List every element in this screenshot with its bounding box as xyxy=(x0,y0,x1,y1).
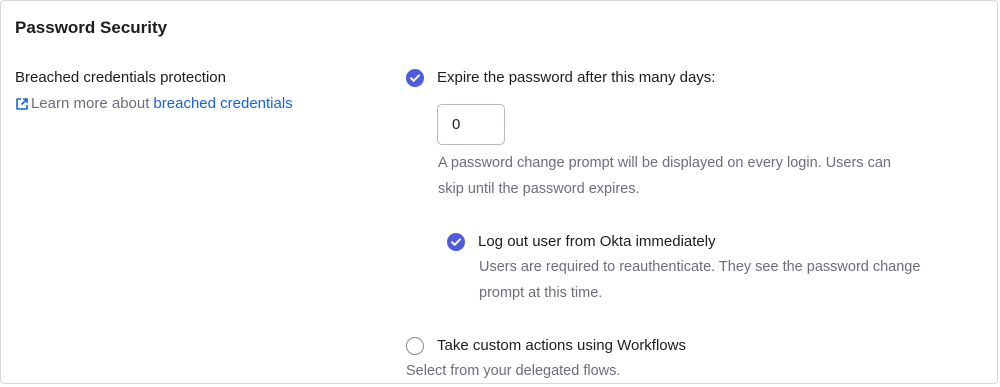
breached-credentials-label: Breached credentials protection xyxy=(15,69,226,86)
workflows-label[interactable]: Take custom actions using Workflows xyxy=(437,337,686,354)
section-title: Password Security xyxy=(15,18,168,37)
breached-credentials-link[interactable]: breached credentials xyxy=(153,95,292,112)
expire-hint-line1: A password change prompt will be display… xyxy=(438,155,891,171)
checkmark-icon xyxy=(410,74,420,82)
workflows-hint: Select from your delegated flows. xyxy=(406,363,621,379)
workflows-checkbox[interactable] xyxy=(406,337,424,355)
learn-more-row: Learn more about breached credentials xyxy=(15,95,293,112)
logout-hint-line2: prompt at this time. xyxy=(479,285,603,301)
expire-password-checkbox[interactable] xyxy=(406,69,424,87)
logout-immediately-label[interactable]: Log out user from Okta immediately xyxy=(478,233,716,250)
logout-immediately-checkbox[interactable] xyxy=(447,233,465,251)
checkmark-icon xyxy=(451,238,461,246)
learn-more-text: Learn more about xyxy=(31,95,150,112)
expire-days-input[interactable] xyxy=(437,104,505,145)
logout-hint-line1: Users are required to reauthenticate. Th… xyxy=(479,259,921,275)
password-security-panel: Password Security Breached credentials p… xyxy=(0,0,998,384)
external-link-icon xyxy=(16,97,28,110)
expire-hint-line2: skip until the password expires. xyxy=(438,181,640,197)
expire-password-label[interactable]: Expire the password after this many days… xyxy=(437,69,715,86)
